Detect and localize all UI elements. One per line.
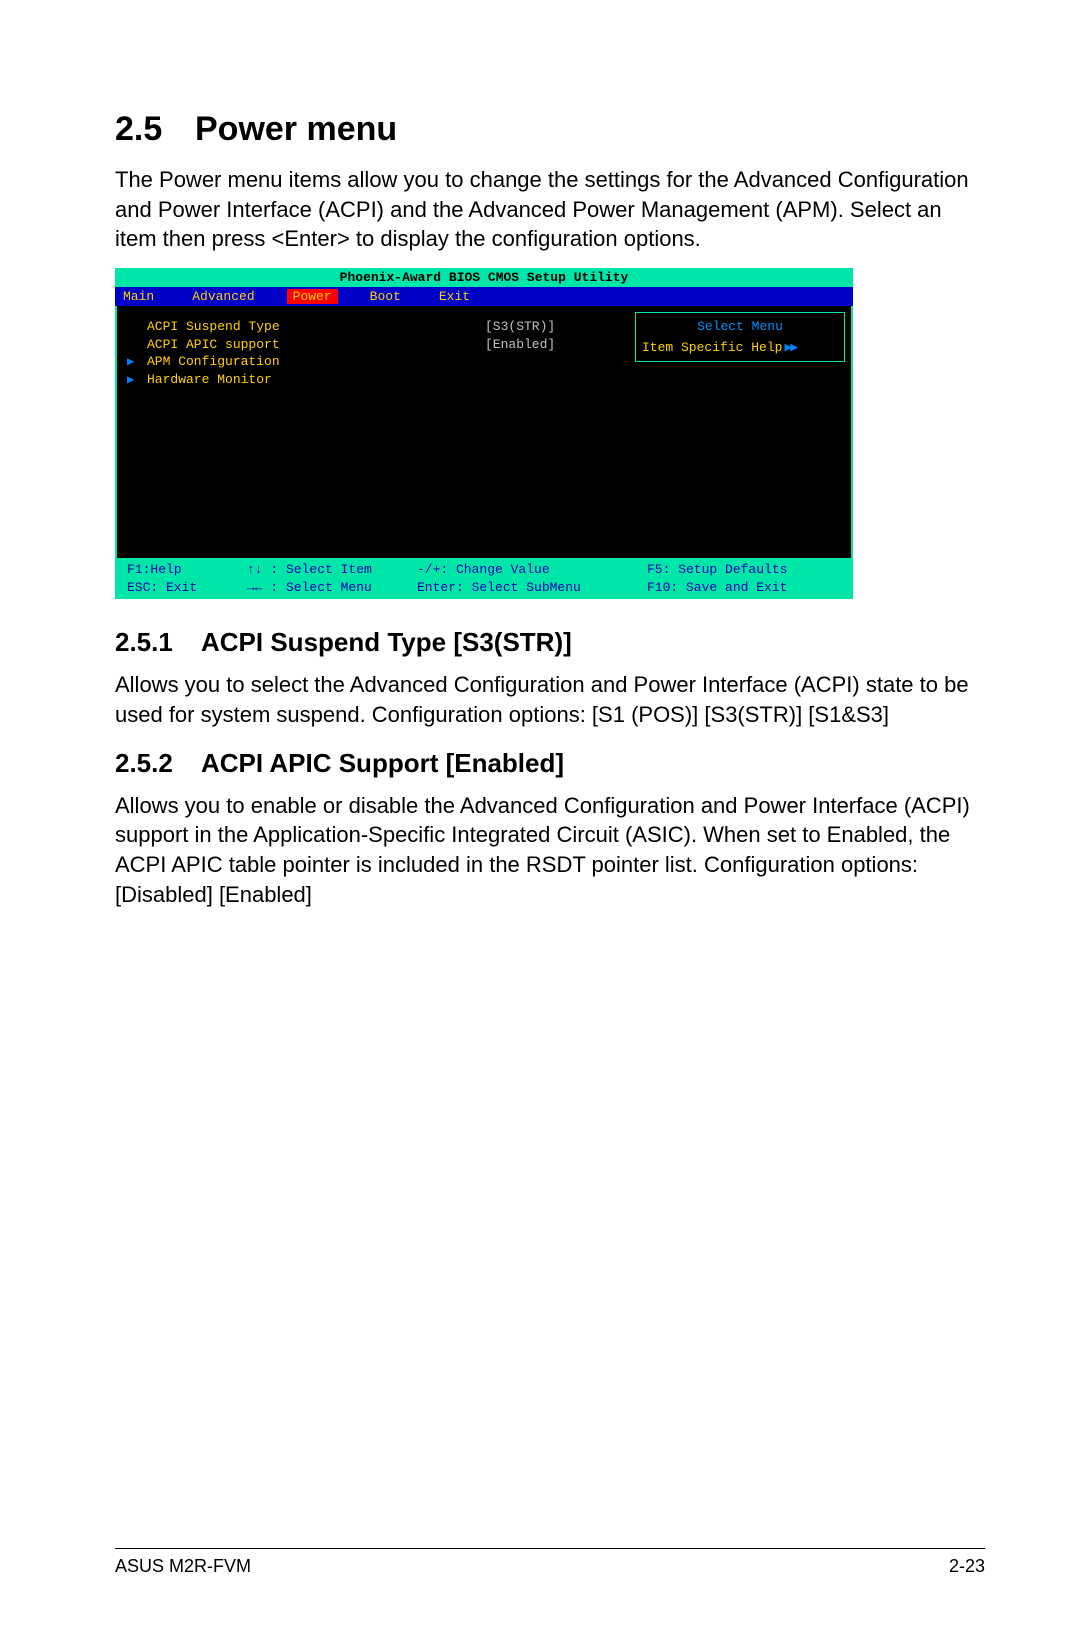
subsection-body: Allows you to enable or disable the Adva… [115, 791, 985, 910]
section-heading: 2.5Power menu [115, 110, 985, 149]
bios-screenshot: Phoenix-Award BIOS CMOS Setup Utility Ma… [115, 268, 853, 599]
bios-key-select-item: ↑↓ : Select Item [247, 561, 417, 579]
section-number: 2.5 [115, 110, 195, 149]
bios-key-defaults: F5: Setup Defaults [647, 561, 841, 579]
bios-menubar: Main Advanced Power Boot Exit [115, 287, 853, 306]
submenu-arrow-icon: ▶ [127, 372, 147, 388]
subsection-heading: 2.5.2ACPI APIC Support [Enabled] [115, 748, 985, 779]
bios-help-text: Item Specific Help▶▶ [642, 340, 838, 355]
subsection-title: ACPI APIC Support [Enabled] [201, 748, 564, 778]
bios-item[interactable]: ▶ APM Configuration [127, 353, 625, 371]
bios-item-label: APM Configuration [147, 353, 485, 371]
bios-tab-advanced[interactable]: Advanced [192, 289, 254, 304]
bios-settings-panel: ACPI Suspend Type [S3(STR)] ACPI APIC su… [117, 306, 635, 558]
bios-item-label: ACPI APIC support [147, 336, 485, 354]
bios-item[interactable]: ▶ Hardware Monitor [127, 371, 625, 389]
forward-icon: ▶▶ [784, 340, 796, 355]
bios-item-label: ACPI Suspend Type [147, 318, 485, 336]
footer-rule [115, 1548, 985, 1549]
bios-help-panel: Select Menu Item Specific Help▶▶ [635, 312, 845, 552]
footer-right: 2-23 [949, 1556, 985, 1577]
bios-footer: F1:Help ↑↓ : Select Item -/+: Change Val… [115, 558, 853, 599]
bios-tab-main[interactable]: Main [123, 289, 154, 304]
bios-item[interactable]: ACPI Suspend Type [S3(STR)] [127, 318, 625, 336]
subsection-heading: 2.5.1ACPI Suspend Type [S3(STR)] [115, 627, 985, 658]
bios-key-save: F10: Save and Exit [647, 579, 841, 597]
subsection-number: 2.5.2 [115, 748, 201, 779]
subsection-title: ACPI Suspend Type [S3(STR)] [201, 627, 572, 657]
bios-title: Phoenix-Award BIOS CMOS Setup Utility [115, 268, 853, 287]
intro-paragraph: The Power menu items allow you to change… [115, 165, 985, 254]
bios-key-submenu: Enter: Select SubMenu [417, 579, 647, 597]
bios-key-change-value: -/+: Change Value [417, 561, 647, 579]
bios-key-select-menu: →← : Select Menu [247, 579, 417, 597]
footer-left: ASUS M2R-FVM [115, 1556, 251, 1577]
bios-item-label: Hardware Monitor [147, 371, 485, 389]
bios-item-value: [Enabled] [485, 336, 625, 354]
bios-tab-exit[interactable]: Exit [439, 289, 470, 304]
submenu-arrow-icon: ▶ [127, 354, 147, 370]
subsection-body: Allows you to select the Advanced Config… [115, 670, 985, 729]
section-title: Power menu [195, 110, 397, 148]
bios-tab-power[interactable]: Power [287, 289, 338, 304]
bios-key-help: F1:Help [127, 561, 247, 579]
bios-item[interactable]: ACPI APIC support [Enabled] [127, 336, 625, 354]
bios-item-value: [S3(STR)] [485, 318, 625, 336]
bios-tab-boot[interactable]: Boot [370, 289, 401, 304]
subsection-number: 2.5.1 [115, 627, 201, 658]
bios-help-title: Select Menu [642, 319, 838, 334]
bios-key-exit: ESC: Exit [127, 579, 247, 597]
